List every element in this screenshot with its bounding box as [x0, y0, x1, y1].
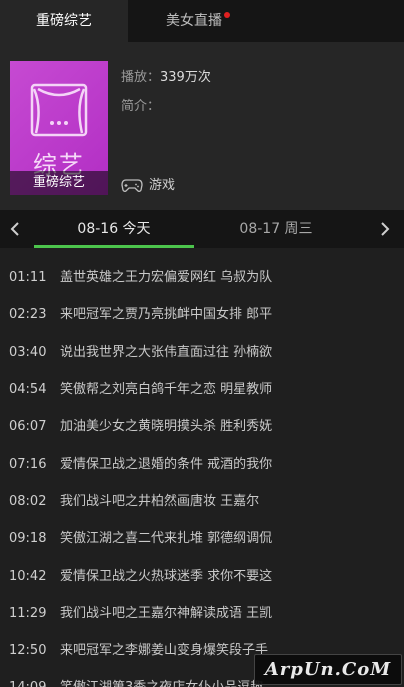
program-time: 10:42	[9, 569, 47, 584]
list-item[interactable]: 08:02 我们战斗吧之井柏然画唐妆 王嘉尔	[0, 483, 404, 520]
date-selector: 08-16 今天 08-17 周三	[0, 210, 404, 248]
notification-dot-icon	[224, 12, 230, 18]
program-time: 12:50	[9, 643, 47, 658]
watermark-logo: ArpUn.CoM	[254, 654, 402, 685]
play-count-label: 播放：	[121, 70, 161, 85]
date-tab-next[interactable]: 08-17 周三	[196, 210, 356, 248]
intro-label: 简介：	[121, 99, 161, 114]
program-title: 来吧冠军之贾乃亮挑衅中国女排 郎平	[60, 307, 273, 322]
play-count-value: 339万次	[160, 70, 211, 85]
channel-cover[interactable]: 综艺 重磅综艺	[10, 61, 108, 195]
list-item[interactable]: 07:16 爱情保卫战之退婚的条件 戒酒的我你	[0, 446, 404, 483]
list-item[interactable]: 09:18 笑傲江湖之喜二代来扎堆 郭德纲调侃	[0, 520, 404, 557]
list-item[interactable]: 01:11 盖世英雄之王力宏偏爱网红 乌叔为队	[0, 259, 404, 296]
tab-variety[interactable]: 重磅综艺	[0, 0, 128, 42]
chevron-left-icon	[10, 222, 19, 236]
program-time: 11:29	[9, 606, 47, 621]
program-title: 爱情保卫战之火热球迷季 求你不要这	[60, 569, 273, 584]
list-item[interactable]: 11:29 我们战斗吧之王嘉尔神解读成语 王凯	[0, 595, 404, 632]
program-time: 07:16	[9, 457, 47, 472]
program-title: 笑傲江湖之喜二代来扎堆 郭德纲调侃	[60, 531, 273, 546]
program-time: 08:02	[9, 494, 47, 509]
prev-date-button[interactable]	[0, 210, 30, 248]
date-tab-today[interactable]: 08-16 今天	[34, 210, 194, 248]
program-title: 我们战斗吧之井柏然画唐妆 王嘉尔	[60, 494, 260, 509]
program-time: 09:18	[9, 531, 47, 546]
tab-variety-label: 重磅综艺	[36, 13, 92, 29]
channel-header: 综艺 重磅综艺 播放：339万次 简介： 游戏	[0, 42, 404, 210]
program-title: 爱情保卫战之退婚的条件 戒酒的我你	[60, 457, 273, 472]
program-time: 14:09	[9, 669, 46, 687]
program-title: 加油美少女之黄晓明摸头杀 胜利秀妩	[60, 419, 273, 434]
active-date-underline	[34, 245, 194, 248]
tab-beauty-live[interactable]: 美女直播	[128, 0, 268, 42]
top-tab-bar: 重磅综艺 美女直播	[0, 0, 404, 42]
program-title: 说出我世界之大张伟直面过往 孙楠欲	[60, 345, 273, 360]
cover-caption: 重磅综艺	[10, 171, 108, 195]
program-time: 02:23	[9, 307, 47, 322]
program-time: 06:07	[9, 419, 47, 434]
list-item[interactable]: 03:40 说出我世界之大张伟直面过往 孙楠欲	[0, 334, 404, 371]
list-item[interactable]: 02:23 来吧冠军之贾乃亮挑衅中国女排 郎平	[0, 296, 404, 333]
list-item[interactable]: 10:42 爱情保卫战之火热球迷季 求你不要这	[0, 558, 404, 595]
play-count-row: 播放：339万次	[121, 66, 211, 85]
program-schedule-list: 01:11 盖世英雄之王力宏偏爱网红 乌叔为队 02:23 来吧冠军之贾乃亮挑衅中国…	[0, 250, 404, 687]
tab-beauty-live-label: 美女直播	[166, 13, 222, 29]
program-title: 笑傲帮之刘亮白鸽千年之恋 明星教师	[60, 382, 273, 397]
chevron-right-icon	[381, 222, 390, 236]
program-title: 我们战斗吧之王嘉尔神解读成语 王凯	[60, 606, 273, 621]
program-title: 盖世英雄之王力宏偏爱网红 乌叔为队	[60, 270, 273, 285]
category-label: 游戏	[149, 178, 176, 193]
watermark-text: ArpUn.CoM	[264, 659, 392, 680]
program-time: 03:40	[9, 345, 47, 360]
stage-curtain-icon	[30, 83, 88, 137]
list-item[interactable]: 04:54 笑傲帮之刘亮白鸽千年之恋 明星教师	[0, 371, 404, 408]
program-time: 04:54	[9, 382, 47, 397]
intro-row: 简介：	[121, 95, 160, 114]
gamepad-icon	[121, 178, 143, 192]
program-time: 01:11	[9, 270, 47, 285]
next-date-button[interactable]	[366, 210, 404, 248]
category-tag[interactable]: 游戏	[121, 176, 175, 196]
list-item[interactable]: 06:07 加油美少女之黄晓明摸头杀 胜利秀妩	[0, 408, 404, 445]
